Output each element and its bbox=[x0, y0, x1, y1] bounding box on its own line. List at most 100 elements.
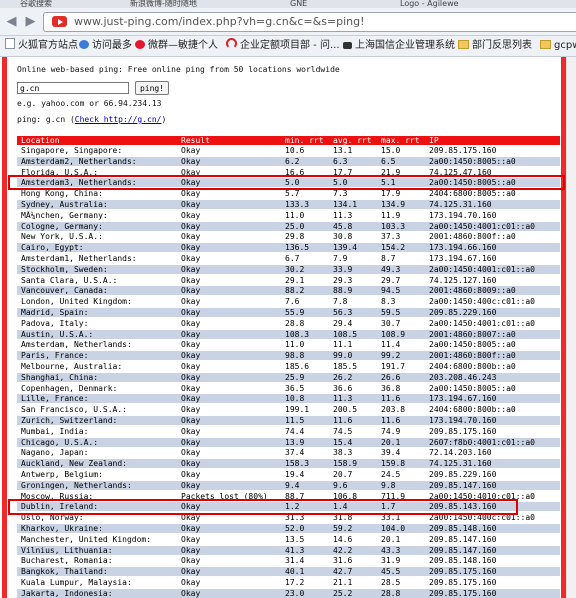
table-row: Manchester, United Kingdom: Okay 13.5 14.6 2… bbox=[17, 534, 560, 544]
cell-min: 10.8 bbox=[285, 394, 305, 404]
cell-location: Hong Kong, China: bbox=[21, 189, 103, 199]
cell-ip: 2001:4860:8009::a0 bbox=[429, 286, 516, 296]
cell-avg: 158.9 bbox=[333, 459, 358, 469]
table-row: Singapore, Singapore: Okay 10.6 13.1 15.0 209… bbox=[17, 146, 560, 155]
cell-result: Okay bbox=[181, 243, 201, 253]
table-row: Nagano, Japan: Okay 37.4 38.3 39.4 72.14.203.… bbox=[17, 448, 560, 458]
cell-avg: 11.3 bbox=[333, 394, 353, 404]
address-bar[interactable]: www.just-ping.com/index.php?vh=g.cn&c=&s… bbox=[43, 12, 576, 32]
cell-min: 158.3 bbox=[285, 459, 310, 469]
cell-max: 30.7 bbox=[381, 318, 401, 328]
cell-ip: 173.194.70.160 bbox=[429, 210, 497, 220]
cell-max: 159.8 bbox=[381, 459, 406, 469]
cell-min: 98.8 bbox=[285, 351, 305, 361]
header-max: max. rrt bbox=[381, 136, 420, 145]
cell-avg: 11.1 bbox=[333, 340, 353, 350]
cell-location: Groningen, Netherlands: bbox=[21, 480, 132, 490]
cell-result: Okay bbox=[181, 556, 201, 566]
cell-avg: 9.6 bbox=[333, 480, 348, 490]
cell-min: 11.5 bbox=[285, 416, 305, 425]
cell-result: Okay bbox=[181, 297, 201, 307]
cell-result: Okay bbox=[181, 362, 201, 371]
cell-ip: 173.194.67.160 bbox=[429, 254, 497, 263]
cell-max: 103.3 bbox=[381, 221, 406, 231]
scrollbar[interactable] bbox=[566, 57, 576, 598]
cell-ip: 72.14.203.160 bbox=[429, 448, 492, 458]
table-row: Santa Clara, U.S.A.: Okay 29.1 29.3 29.7 74.1… bbox=[17, 275, 560, 285]
header-ip: IP bbox=[429, 136, 439, 145]
site-favicon-icon bbox=[52, 16, 67, 27]
cell-min: 108.3 bbox=[285, 329, 310, 339]
tab-1[interactable]: 谷歌搜索 bbox=[20, 0, 92, 8]
table-header: Location Result min. rrt avg. rrt max. r… bbox=[17, 136, 560, 145]
tab-3[interactable]: GNE bbox=[290, 0, 360, 8]
cell-max: 28.5 bbox=[381, 578, 401, 587]
cell-location: Bangkok, Thailand: bbox=[21, 567, 108, 577]
cell-result: Okay bbox=[181, 254, 201, 263]
bookmarks-bar: 火狐官方站点 访问最多 微群—敏捷个人 企业定额项目部 - 问... 上海国信企… bbox=[0, 36, 576, 57]
cell-avg: 42.7 bbox=[333, 567, 353, 577]
table-row: Cologne, Germany: Okay 25.0 45.8 103.3 2a00:1… bbox=[17, 221, 560, 231]
cell-result: Okay bbox=[181, 524, 201, 533]
cell-avg: 6.3 bbox=[333, 156, 348, 166]
forward-icon[interactable]: ▶ bbox=[23, 13, 38, 30]
cell-max: 104.0 bbox=[381, 524, 406, 533]
cell-location: Bucharest, Romania: bbox=[21, 556, 113, 566]
cell-ip: 209.85.229.160 bbox=[429, 308, 497, 317]
cell-min: 5.7 bbox=[285, 189, 300, 199]
bookmark-item[interactable]: 上海国信企业管理系统 bbox=[343, 36, 455, 56]
cell-result: Okay bbox=[181, 394, 201, 404]
ping-button[interactable]: ping! bbox=[135, 81, 169, 95]
cell-avg: 74.5 bbox=[333, 426, 353, 436]
cell-avg: 14.6 bbox=[333, 534, 353, 544]
header-result: Result bbox=[181, 136, 210, 145]
header-location: Location bbox=[21, 136, 60, 145]
bookmark-item[interactable]: 访问最多 bbox=[79, 36, 132, 56]
cell-max: 11.6 bbox=[381, 416, 401, 425]
intro-text: Online web-based ping: Free online ping … bbox=[17, 65, 340, 74]
cell-avg: 134.1 bbox=[333, 200, 358, 209]
cell-result: Okay bbox=[181, 426, 201, 436]
cell-min: 31.4 bbox=[285, 556, 305, 566]
bookmark-item[interactable]: 部门反思列表 bbox=[458, 36, 532, 56]
highlight-box-dublin bbox=[8, 499, 518, 515]
cell-avg: 29.4 bbox=[333, 318, 353, 328]
bookmark-item[interactable]: gcpw bbox=[540, 36, 576, 56]
bookmark-item[interactable]: 企业定额项目部 - 问... bbox=[226, 36, 340, 56]
cell-max: 28.8 bbox=[381, 588, 401, 598]
check-link[interactable]: Check http://g.cn/ bbox=[75, 115, 162, 124]
cell-avg: 33.9 bbox=[333, 264, 353, 274]
cell-location: Austin, U.S.A.: bbox=[21, 329, 94, 339]
cell-ip: 209.85.175.160 bbox=[429, 426, 497, 436]
bookmark-item[interactable]: 微群—敏捷个人 bbox=[135, 36, 218, 56]
cell-ip: 2a00:1450:4001:c01::a0 bbox=[429, 318, 535, 328]
table-row: Cairo, Egypt: Okay 136.5 139.4 154.2 173.194.… bbox=[17, 243, 560, 253]
cell-location: Jakarta, Indonesia: bbox=[21, 588, 113, 598]
host-input[interactable]: g.cn bbox=[17, 82, 129, 94]
cell-max: 11.9 bbox=[381, 210, 401, 220]
cell-location: Kharkov, Ukraine: bbox=[21, 524, 103, 533]
cell-result: Okay bbox=[181, 189, 201, 199]
table-row: New York, U.S.A.: Okay 29.8 30.8 37.3 2001:48… bbox=[17, 232, 560, 242]
back-icon[interactable]: ◀ bbox=[4, 13, 19, 30]
table-row: Austin, U.S.A.: Okay 108.3 108.5 108.9 2001:4… bbox=[17, 329, 560, 339]
table-row: MÃ¼nchen, Germany: Okay 11.0 11.3 11.9 173.19… bbox=[17, 210, 560, 220]
cell-avg: 36.6 bbox=[333, 383, 353, 393]
tab-4[interactable]: Logo - Agilewe bbox=[400, 0, 510, 8]
table-row: Kharkov, Ukraine: Okay 52.0 59.2 104.0 209.85… bbox=[17, 524, 560, 533]
cell-result: Okay bbox=[181, 416, 201, 425]
cell-avg: 30.8 bbox=[333, 232, 353, 242]
cell-min: 37.4 bbox=[285, 448, 305, 458]
cell-location: Kuala Lumpur, Malaysia: bbox=[21, 578, 132, 587]
cell-location: Shanghai, China: bbox=[21, 372, 99, 382]
cell-avg: 38.3 bbox=[333, 448, 353, 458]
bookmark-item[interactable]: 火狐官方站点 bbox=[5, 36, 78, 56]
table-row: London, United Kingdom: Okay 7.6 7.8 8.3 2a00… bbox=[17, 297, 560, 307]
cell-ip: 74.125.31.160 bbox=[429, 459, 492, 469]
cell-max: 20.1 bbox=[381, 534, 401, 544]
tab-2[interactable]: 新浪微博-随时随地 bbox=[130, 0, 250, 8]
cell-location: Amsterdam, Netherlands: bbox=[21, 340, 132, 350]
cell-result: Okay bbox=[181, 232, 201, 242]
table-row: Madrid, Spain: Okay 55.9 56.3 59.5 209.85.229… bbox=[17, 308, 560, 317]
left-frame-bar bbox=[2, 57, 7, 598]
